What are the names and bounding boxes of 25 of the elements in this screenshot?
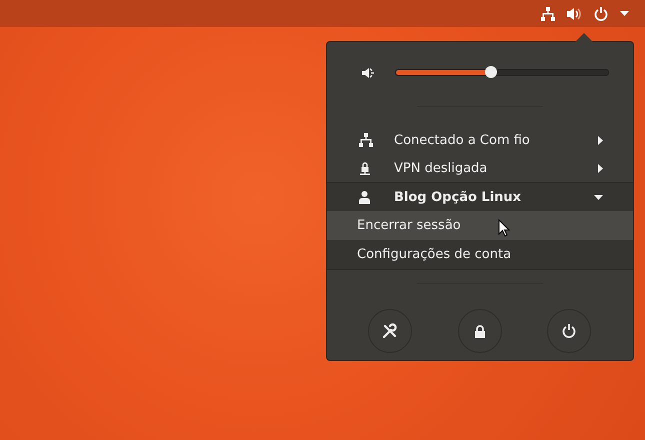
- caret-icon[interactable]: [620, 11, 629, 16]
- menu-item[interactable]: Conectado a Com fio: [327, 126, 633, 154]
- menu-item[interactable]: VPN desligada: [327, 154, 633, 182]
- volume-slider-thumb[interactable]: [485, 66, 498, 78]
- user-menu-item[interactable]: Blog Opção Linux: [327, 182, 633, 211]
- lock-icon: [474, 324, 486, 338]
- tools-icon: [382, 323, 398, 339]
- submenu-item[interactable]: Configurações de conta: [327, 240, 633, 269]
- lock-button[interactable]: [458, 309, 502, 353]
- user-icon: [359, 190, 370, 204]
- mouse-cursor-icon: [498, 219, 510, 237]
- submenu-item[interactable]: Encerrar sessão: [327, 211, 633, 240]
- speaker-icon[interactable]: [567, 6, 582, 20]
- menu-item-label: VPN desligada: [394, 160, 488, 176]
- vpn-lock-icon: [359, 161, 371, 175]
- network-icon[interactable]: [541, 6, 555, 20]
- settings-button[interactable]: [368, 309, 412, 353]
- menu-item-label: Blog Opção Linux: [394, 190, 522, 204]
- power-button[interactable]: [547, 309, 591, 353]
- power-icon: [562, 324, 576, 338]
- volume-slider[interactable]: [395, 69, 609, 76]
- power-icon[interactable]: [594, 6, 608, 20]
- menu-item-label: Conectado a Com fio: [394, 132, 531, 148]
- network-icon: [359, 133, 373, 147]
- speaker-icon: [362, 66, 375, 78]
